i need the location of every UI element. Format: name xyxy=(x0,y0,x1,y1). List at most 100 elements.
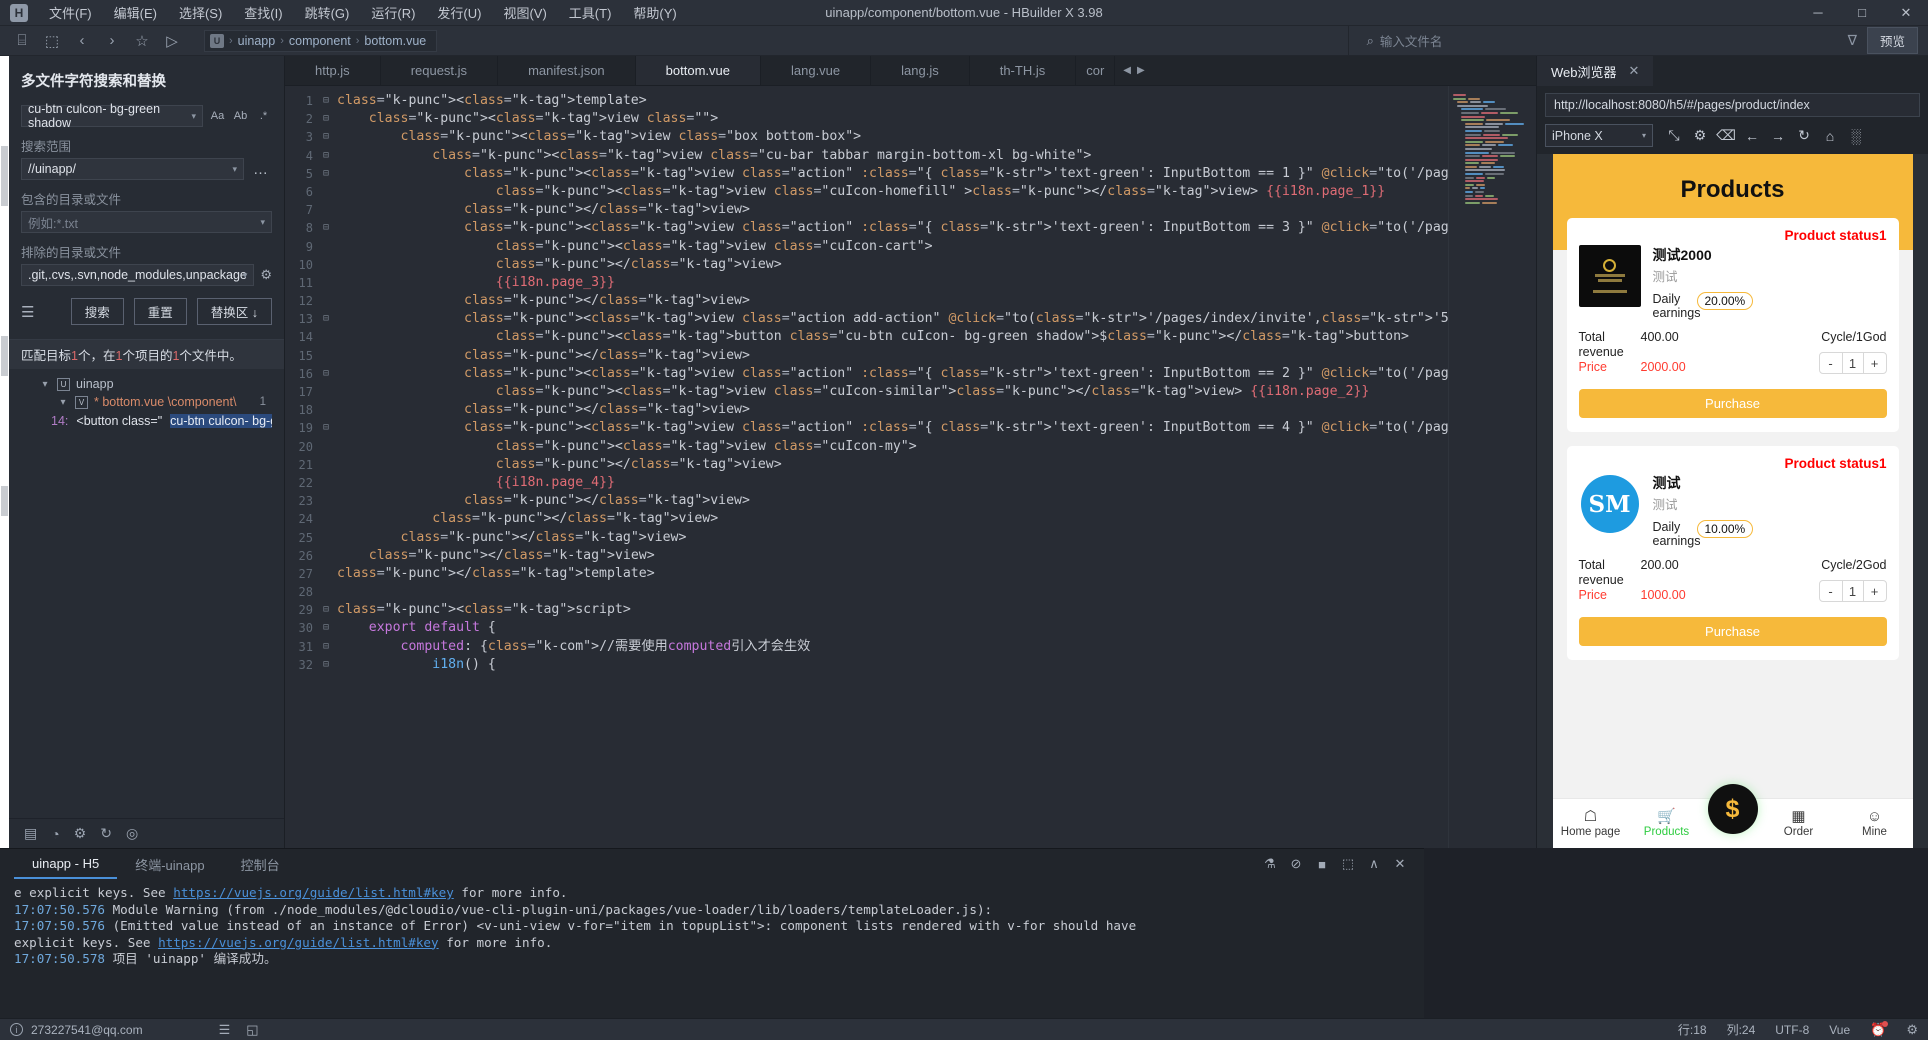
purchase-button[interactable]: Purchase xyxy=(1578,617,1887,646)
account-email[interactable]: 273227541@qq.com xyxy=(31,1023,143,1037)
lock-icon[interactable]: ⌂ xyxy=(1817,124,1843,147)
device-select[interactable]: iPhone X ▾ xyxy=(1545,124,1653,147)
menu-goto[interactable]: 跳转(G) xyxy=(294,0,361,25)
console-tab-console[interactable]: 控制台 xyxy=(223,849,298,879)
run-icon[interactable]: ▷ xyxy=(158,29,186,53)
clear-console-icon[interactable]: ⊘ xyxy=(1284,852,1308,876)
file-search-box[interactable]: ⌕ 输入文件名 xyxy=(1347,25,1848,56)
breadcrumb-part-file[interactable]: bottom.vue xyxy=(364,34,426,48)
menu-run[interactable]: 运行(R) xyxy=(360,0,426,25)
chevron-down-icon[interactable]: ▾ xyxy=(243,270,248,281)
tab-prev-icon[interactable]: ◀ xyxy=(1123,65,1131,76)
gear-icon[interactable]: ⚙ xyxy=(1906,1022,1918,1038)
tree-node-project[interactable]: ▾ U uinapp xyxy=(21,375,272,393)
menu-find[interactable]: 查找(I) xyxy=(233,0,293,25)
toggle-sidebar-icon[interactable]: ⌸ xyxy=(8,29,36,53)
code-minimap[interactable] xyxy=(1448,86,1536,848)
breadcrumb-part-project[interactable]: uinapp xyxy=(238,34,276,48)
tab-th-th-js[interactable]: th-TH.js xyxy=(970,56,1077,85)
include-input[interactable]: 例如:*.txt ▾ xyxy=(21,211,272,233)
open-external-icon[interactable]: ⬚ xyxy=(1336,852,1360,876)
quantity-stepper[interactable]: - 1 + xyxy=(1818,580,1887,602)
search-button[interactable]: 搜索 xyxy=(70,298,124,325)
quantity-increase-button[interactable]: + xyxy=(1864,353,1886,373)
chevron-down-icon[interactable]: ▾ xyxy=(57,397,69,408)
menu-file[interactable]: 文件(F) xyxy=(38,0,103,25)
close-button[interactable]: ✕ xyxy=(1884,0,1928,26)
exclude-input[interactable]: .git,.cvs,.svn,node_modules,unpackage ▾ xyxy=(21,264,255,286)
search-history-icon[interactable]: ☰ xyxy=(21,303,34,321)
explorer-icon[interactable]: ▤ xyxy=(24,825,37,842)
console-output[interactable]: e explicit keys. See https://vuejs.org/g… xyxy=(0,879,1424,1018)
gear-icon[interactable]: ⚙ xyxy=(260,267,272,283)
notification-bell-icon[interactable]: ⏰ xyxy=(1870,1020,1889,1038)
close-icon[interactable]: ✕ xyxy=(1629,63,1640,79)
tab-request-js[interactable]: request.js xyxy=(381,56,499,85)
product-card[interactable]: Product status1 测试2000 测试 Daily earnings… xyxy=(1566,218,1899,432)
resize-icon[interactable]: ⤡ xyxy=(1661,124,1687,147)
menu-help[interactable]: 帮助(Y) xyxy=(622,0,687,25)
tab-lang-js[interactable]: lang.js xyxy=(871,56,970,85)
filter-icon[interactable]: ∇ xyxy=(1848,32,1857,49)
tab-next-icon[interactable]: ▶ xyxy=(1137,65,1145,76)
tabbar-item-order[interactable]: ▦ Order xyxy=(1761,809,1837,838)
chevron-down-icon[interactable]: ▾ xyxy=(39,379,51,390)
scope-input[interactable]: //uinapp/ ▾ xyxy=(21,158,244,180)
code-text[interactable]: 1 ⊟ class="k-punc">< class = "k-tag">template… xyxy=(285,86,1448,848)
encoding-label[interactable]: UTF-8 xyxy=(1775,1023,1809,1037)
product-card[interactable]: Product status1 SM 测试 测试 Daily earnings xyxy=(1566,446,1899,660)
tab-cor[interactable]: cor xyxy=(1076,56,1116,85)
chevron-down-icon[interactable]: ▾ xyxy=(260,217,265,228)
tab-lang-vue[interactable]: lang.vue xyxy=(761,56,872,85)
regex-icon[interactable]: .* xyxy=(255,107,272,125)
console-link[interactable]: https://vuejs.org/guide/list.html#key xyxy=(158,935,439,950)
browse-folder-button[interactable]: … xyxy=(250,161,272,178)
tab-bottom-vue[interactable]: bottom.vue xyxy=(635,56,761,85)
tab-web-browser[interactable]: Web浏览器 ✕ xyxy=(1537,56,1654,86)
chevron-down-icon[interactable]: ▾ xyxy=(232,164,237,175)
cursor-column[interactable]: 列:24 xyxy=(1727,1021,1756,1038)
breadcrumb[interactable]: U › uinapp › component › bottom.vue xyxy=(204,29,438,52)
menu-edit[interactable]: 编辑(E) xyxy=(103,0,168,25)
tab-http-js[interactable]: http.js xyxy=(285,56,381,85)
reload-icon[interactable]: ↻ xyxy=(1791,124,1817,147)
save-icon[interactable]: ⬚ xyxy=(38,29,66,53)
close-console-icon[interactable]: ✕ xyxy=(1388,852,1412,876)
menu-publish[interactable]: 发行(U) xyxy=(426,0,492,25)
qrcode-icon[interactable]: ░ xyxy=(1843,124,1869,147)
tabbar-item-home[interactable]: ☖ Home page xyxy=(1553,809,1629,838)
stop-icon[interactable]: ■ xyxy=(1310,852,1334,876)
preview-button[interactable]: 预览 xyxy=(1866,27,1918,54)
cursor-line[interactable]: 行:18 xyxy=(1678,1021,1707,1038)
quantity-value[interactable]: 1 xyxy=(1841,581,1864,601)
filter-console-icon[interactable]: ⚗ xyxy=(1258,852,1282,876)
quantity-value[interactable]: 1 xyxy=(1841,353,1864,373)
outline-icon[interactable]: ☰ xyxy=(219,1022,231,1038)
console-link[interactable]: https://vuejs.org/guide/list.html#key xyxy=(173,885,454,900)
breadcrumb-part-folder[interactable]: component xyxy=(289,34,351,48)
menu-tools[interactable]: 工具(T) xyxy=(558,0,623,25)
tree-hit-row[interactable]: 14: <button class=" cu-btn culcon- bg-gre… xyxy=(21,411,272,431)
gear-icon[interactable]: ⚙ xyxy=(1687,124,1713,147)
more-icon[interactable]: ◎ xyxy=(126,825,138,842)
whole-word-icon[interactable]: Ab xyxy=(232,107,249,125)
menu-view[interactable]: 视图(V) xyxy=(492,0,557,25)
quantity-decrease-button[interactable]: - xyxy=(1820,581,1842,601)
quantity-stepper[interactable]: - 1 + xyxy=(1818,352,1887,374)
console-tab-terminal[interactable]: 终端-uinapp xyxy=(117,849,222,879)
search-input[interactable]: cu-btn culcon- bg-green shadow ▾ xyxy=(21,102,203,130)
tabbar-item-products[interactable]: 🛒 Products xyxy=(1629,809,1705,838)
match-case-icon[interactable]: Aa xyxy=(209,107,226,125)
panel-edge-scrollbar[interactable] xyxy=(0,56,9,848)
quantity-increase-button[interactable]: + xyxy=(1864,581,1886,601)
toggle-replace-button[interactable]: 替换区 ↓ xyxy=(196,298,272,325)
tabbar-item-mine[interactable]: ☺ Mine xyxy=(1837,809,1913,838)
collapse-icon[interactable]: ∧ xyxy=(1362,852,1386,876)
url-input[interactable]: http://localhost:8080/h5/#/pages/product… xyxy=(1545,93,1920,117)
back-icon[interactable]: ← xyxy=(1739,124,1765,147)
console-icon[interactable]: ⌫ xyxy=(1713,124,1739,147)
forward-icon[interactable]: → xyxy=(1765,124,1791,147)
minimize-button[interactable]: ─ xyxy=(1796,0,1840,26)
layout-icon[interactable]: ◱ xyxy=(246,1022,258,1038)
back-icon[interactable]: ‹ xyxy=(68,29,96,53)
